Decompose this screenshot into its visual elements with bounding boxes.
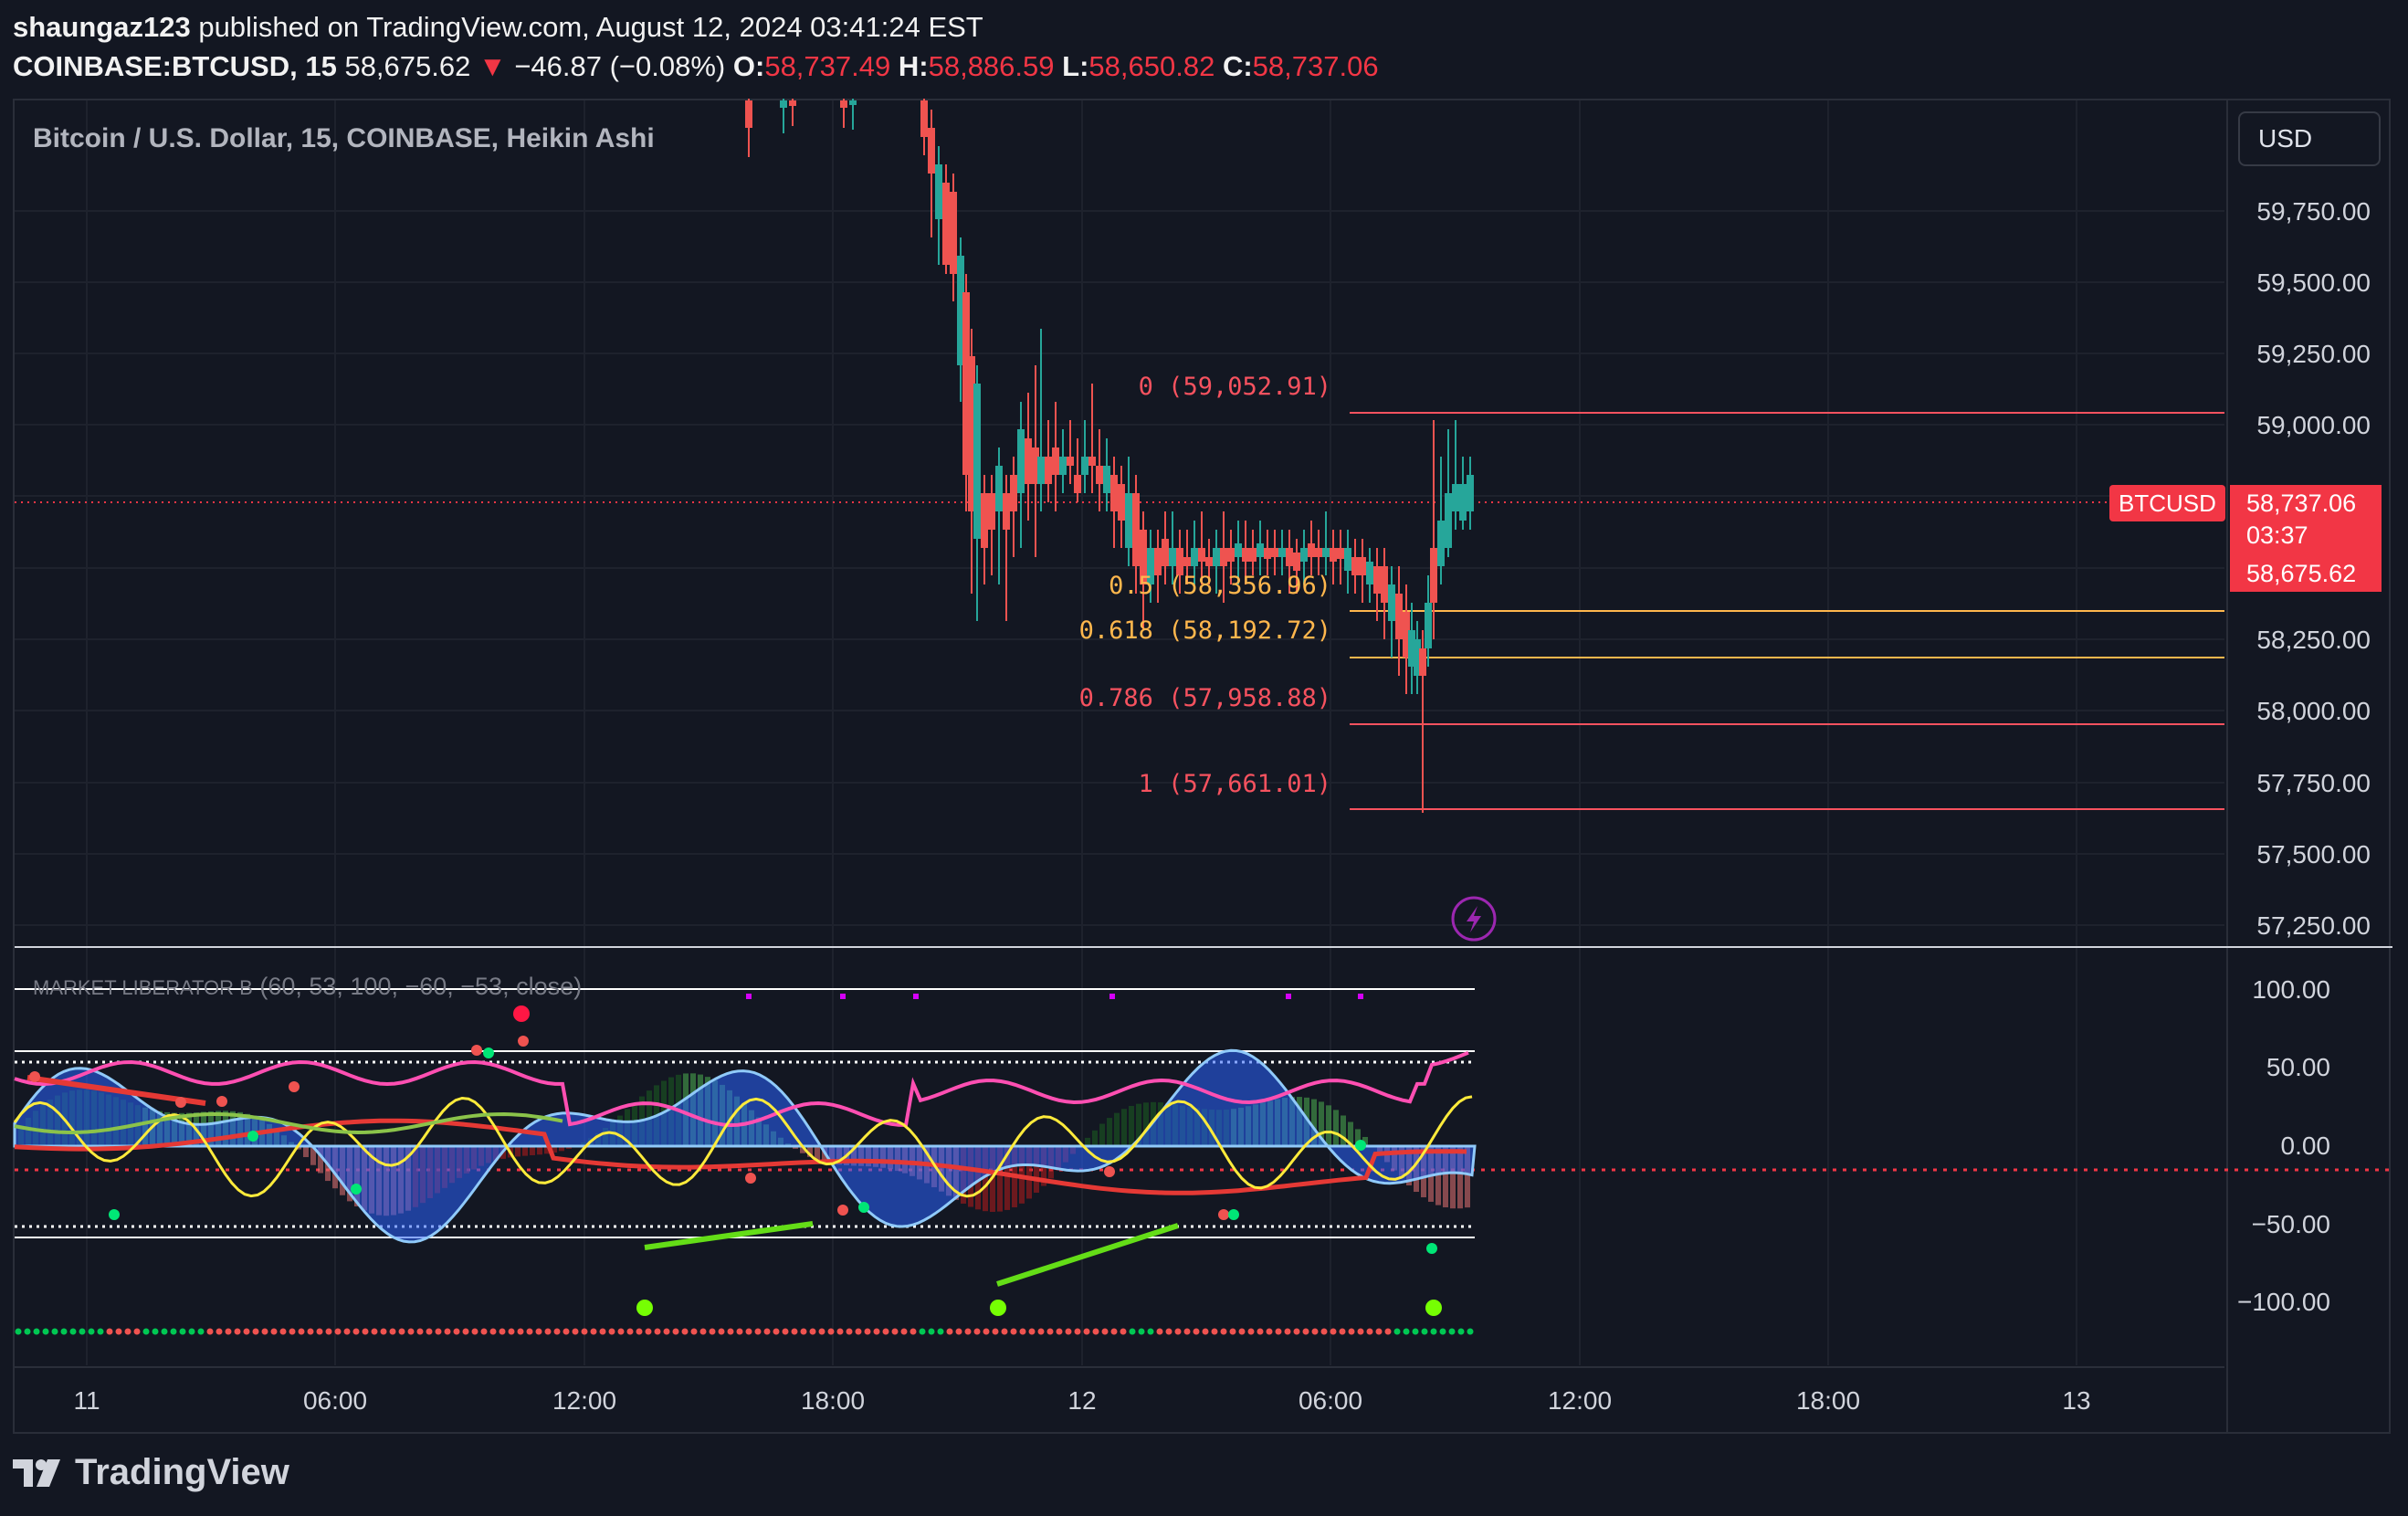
fibonacci-retracement[interactable]: [1350, 412, 2224, 810]
candle: [1381, 548, 1388, 639]
candle: [1088, 384, 1096, 493]
fib-label-0.786: 0.786 (57,958.88): [1079, 684, 1331, 712]
candle: [1110, 457, 1118, 548]
price-tick: 59,250.00: [2256, 340, 2371, 368]
candle: [1419, 630, 1426, 813]
footer-brand: TradingView: [75, 1452, 289, 1492]
candle: [1059, 429, 1067, 493]
indicator-tick: −100.00: [2237, 1288, 2330, 1316]
time-tick: 12:00: [552, 1386, 616, 1415]
candle: [973, 365, 981, 621]
candle: [745, 99, 752, 157]
fib-label-0.5: 0.5 (58,356.96): [1109, 572, 1331, 600]
candle: [1366, 548, 1373, 603]
candle: [1140, 511, 1147, 630]
price-tick: 57,500.00: [2256, 840, 2371, 869]
current-price-tag: 58,737.06 03:37: [2230, 485, 2382, 556]
candle: [935, 146, 942, 265]
chart-canvas[interactable]: 0 (59,052.91) 0.5 (58,356.96) 0.618 (58,…: [0, 0, 2408, 1516]
candle: [920, 99, 928, 155]
candle: [1344, 530, 1351, 594]
candle: [1337, 530, 1344, 584]
countdown-timer: 03:37: [2246, 521, 2308, 549]
candle: [1359, 539, 1366, 603]
time-tick: 12:00: [1548, 1386, 1612, 1415]
candle: [1437, 457, 1445, 584]
candle: [1010, 457, 1017, 557]
candle: [1118, 466, 1125, 548]
price-tick: 58,250.00: [2256, 626, 2371, 654]
time-tick: 18:00: [801, 1386, 865, 1415]
currency-button[interactable]: USD: [2238, 111, 2381, 166]
candle: [780, 99, 787, 133]
time-tick: 11: [73, 1386, 100, 1415]
fib-label-0.618: 0.618 (58,192.72): [1079, 616, 1331, 645]
time-tick: 13: [2062, 1386, 2090, 1415]
current-price-value: 58,737.06: [2246, 490, 2357, 517]
candle: [1037, 329, 1045, 511]
indicator-tick: 100.00: [2252, 975, 2330, 1004]
chart-legend[interactable]: Bitcoin / U.S. Dollar, 15, COINBASE, Hei…: [33, 123, 655, 153]
candle: [1045, 420, 1052, 502]
candle: [988, 475, 995, 575]
candle: [1351, 539, 1359, 594]
price-tick: 59,000.00: [2256, 411, 2371, 439]
indicator-name: MARKET LIBERATOR B: [33, 976, 253, 999]
time-tick: 18:00: [1796, 1386, 1860, 1415]
candle: [995, 447, 1003, 584]
candle: [1074, 438, 1081, 502]
fib-label-0: 0 (59,052.91): [1139, 373, 1331, 401]
candle: [789, 99, 796, 126]
candle: [1003, 475, 1010, 621]
candle: [1125, 457, 1132, 566]
candle: [849, 99, 857, 130]
price-tick: 58,000.00: [2256, 697, 2371, 725]
price-tick: 57,750.00: [2256, 769, 2371, 797]
time-tick: 06:00: [303, 1386, 367, 1415]
indicator-pane[interactable]: [13, 988, 2392, 1335]
candle: [1096, 429, 1103, 511]
tradingview-logo[interactable]: TradingView: [13, 1452, 289, 1493]
indicator-tick: 0.00: [2281, 1132, 2331, 1160]
last-price-tag: 58,675.62: [2230, 555, 2382, 592]
lightning-icon[interactable]: [1451, 896, 1497, 942]
symbol-price-tag: BTCUSD: [2109, 485, 2225, 521]
candle: [1322, 511, 1330, 575]
indicator-params: (60, 53, 100, −60, −53, close): [259, 973, 582, 1000]
price-tick: 59,500.00: [2256, 268, 2371, 297]
candle: [1103, 438, 1110, 511]
candle: [1445, 429, 1452, 557]
price-tick: 57,250.00: [2256, 911, 2371, 940]
fib-label-1: 1 (57,661.01): [1139, 770, 1331, 798]
candle: [1067, 420, 1074, 484]
candle: [840, 99, 847, 128]
tradingview-logo-icon: [13, 1458, 60, 1487]
candle: [1452, 420, 1459, 530]
candle: [928, 110, 935, 237]
indicator-tick: −50.00: [2252, 1210, 2330, 1238]
candle: [1395, 566, 1403, 676]
candle: [1388, 566, 1395, 658]
indicator-title[interactable]: MARKET LIBERATOR B (60, 53, 100, −60, −5…: [33, 973, 582, 1000]
candle: [942, 164, 950, 274]
time-tick: 12: [1067, 1386, 1096, 1415]
indicator-tick: 50.00: [2266, 1053, 2330, 1081]
candle: [1467, 457, 1474, 530]
price-tick: 59,750.00: [2256, 197, 2371, 226]
candle: [1459, 457, 1467, 530]
time-tick: 06:00: [1299, 1386, 1362, 1415]
